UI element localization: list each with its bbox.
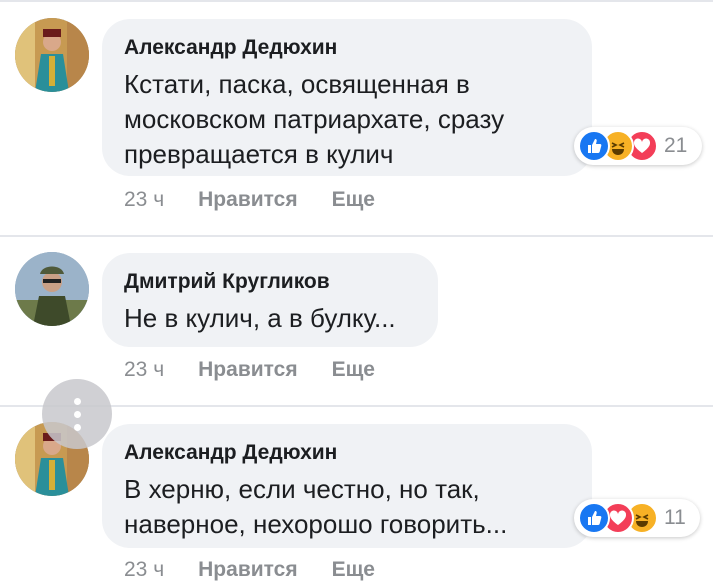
dot xyxy=(73,423,81,431)
more-button[interactable]: Еще xyxy=(332,358,375,382)
comment-text: В херню, если честно, но так, наверное, … xyxy=(124,474,508,539)
comment-meta: 23 ч Нравится Еще xyxy=(124,558,375,582)
comment-meta: 23 ч Нравится Еще xyxy=(124,188,375,212)
comment-bubble: Дмитрий Кругликов Не в кулич, а в булку.… xyxy=(102,253,438,347)
timestamp[interactable]: 23 ч xyxy=(124,188,164,212)
reactions-summary[interactable]: 21 xyxy=(574,127,702,165)
comment-text: Не в кулич, а в булку... xyxy=(124,303,396,333)
comment-bubble: Александр Дедюхин Кстати, паска, освящен… xyxy=(102,19,592,176)
top-divider xyxy=(0,0,713,2)
like-button[interactable]: Нравится xyxy=(198,188,297,212)
reaction-count: 21 xyxy=(664,134,688,157)
comment-meta: 23 ч Нравится Еще xyxy=(124,358,375,382)
comment-text: Кстати, паска, освященная в московском п… xyxy=(124,69,505,169)
reactions-summary[interactable]: 11 xyxy=(574,499,700,537)
dot xyxy=(73,397,81,405)
like-button[interactable]: Нравится xyxy=(198,558,297,582)
avatar[interactable] xyxy=(15,252,89,326)
comment-author[interactable]: Дмитрий Кругликов xyxy=(124,269,416,295)
dot xyxy=(73,410,81,418)
avatar[interactable] xyxy=(15,18,89,92)
comment-divider xyxy=(0,235,713,237)
comment-bubble: Александр Дедюхин В херню, если честно, … xyxy=(102,424,592,548)
reaction-count: 11 xyxy=(664,506,686,529)
timestamp[interactable]: 23 ч xyxy=(124,358,164,382)
more-button[interactable]: Еще xyxy=(332,558,375,582)
more-vertical-icon[interactable] xyxy=(42,379,112,449)
timestamp[interactable]: 23 ч xyxy=(124,558,164,582)
thumbs-up-icon xyxy=(578,502,610,534)
comment-author[interactable]: Александр Дедюхин xyxy=(124,35,570,61)
thumbs-up-icon xyxy=(578,130,610,162)
more-button[interactable]: Еще xyxy=(332,188,375,212)
like-button[interactable]: Нравится xyxy=(198,358,297,382)
comment-author[interactable]: Александр Дедюхин xyxy=(124,440,570,466)
